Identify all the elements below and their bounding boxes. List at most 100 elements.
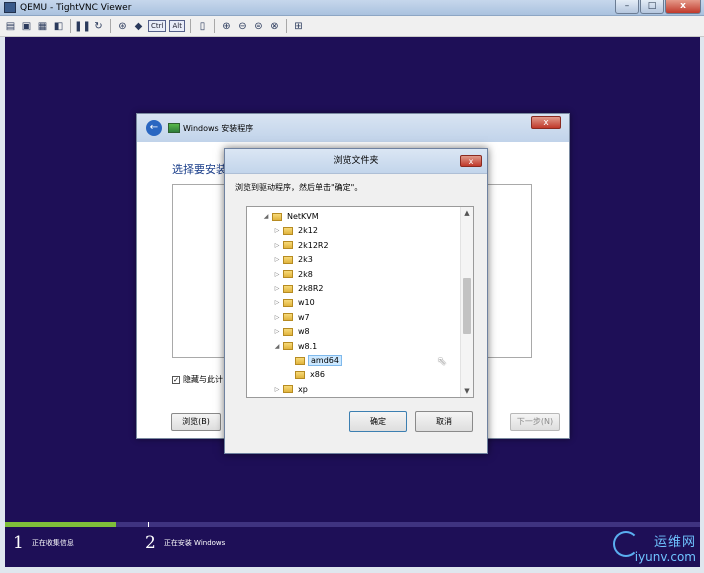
- folder-label: amd64: [308, 355, 342, 366]
- folder-label: 2k12: [298, 226, 318, 236]
- folder-label: 2k12R2: [298, 240, 329, 250]
- folder-label: w8: [298, 327, 310, 337]
- tree-folder-xp[interactable]: ▷ xp: [273, 383, 310, 396]
- expanded-arrow-icon[interactable]: ◢: [262, 213, 270, 220]
- next-button[interactable]: 下一步(N): [510, 413, 560, 431]
- folder-icon: [283, 270, 293, 279]
- folder-icon: [283, 342, 293, 351]
- pause-icon[interactable]: ❚❚: [74, 20, 91, 33]
- collapsed-arrow-icon[interactable]: ▷: [273, 271, 281, 278]
- collapsed-arrow-icon[interactable]: ▷: [273, 328, 281, 335]
- folder-icon: [283, 255, 293, 264]
- ctrl-alt-del-icon[interactable]: ◆: [132, 20, 145, 33]
- folder-label: x86: [310, 370, 325, 380]
- tree-scrollbar[interactable]: ▲ ▼: [460, 207, 473, 397]
- tree-folder-amd64[interactable]: amd64: [285, 354, 342, 367]
- setup-titlebar: ← Windows 安装程序: [137, 114, 569, 142]
- collapsed-arrow-icon[interactable]: ▷: [273, 285, 281, 292]
- folder-icon: [283, 313, 293, 322]
- folder-label: xp: [298, 384, 308, 394]
- collapsed-arrow-icon[interactable]: ▷: [273, 299, 281, 306]
- browse-folder-dialog: 浏览文件夹 x 浏览到驱动程序，然后单击"确定"。 ▷ xp x86 amd64 ◢ w8…: [224, 148, 488, 454]
- tree-folder-2k12[interactable]: ▷ 2k12: [273, 224, 320, 237]
- folder-icon: [283, 226, 293, 235]
- fullscreen-icon[interactable]: ⊞: [292, 20, 305, 33]
- checkbox-label: 隐藏与此计: [183, 375, 223, 384]
- browse-button[interactable]: 浏览(B): [171, 413, 221, 431]
- collapsed-arrow-icon[interactable]: ▷: [273, 256, 281, 263]
- tree-folder-w8-1[interactable]: ◢ w8.1: [273, 340, 319, 353]
- tree-folder-2k8[interactable]: ▷ 2k8: [273, 268, 315, 281]
- tree-folder-w10[interactable]: ▷ w10: [273, 296, 317, 309]
- hide-incompatible-checkbox[interactable]: ✓ 隐藏与此计: [172, 374, 223, 385]
- folder-label: w10: [298, 298, 315, 308]
- save-icon[interactable]: ▣: [20, 20, 33, 33]
- folder-icon: [283, 241, 293, 250]
- folder-icon: [283, 298, 293, 307]
- viewer-toolbar: ▤ ▣ ▦ ◧ ❚❚ ↻ ⊛ ◆ Ctrl Alt ▯ ⊕ ⊖ ⊜ ⊗ ⊞: [0, 16, 704, 37]
- folder-icon: [283, 284, 293, 293]
- clipboard-icon[interactable]: ▯: [196, 20, 209, 33]
- collapsed-arrow-icon[interactable]: ▷: [273, 242, 281, 249]
- step-collecting-info: 1 正在收集信息: [13, 533, 74, 553]
- viewer-titlebar[interactable]: QEMU - TightVNC Viewer – □ x: [0, 0, 704, 16]
- window-controls: – □ x: [615, 0, 701, 14]
- folder-tree[interactable]: ▷ xp x86 amd64 ◢ w8.1 ▷ w8 ▷ w7 ▷ w10 ▷ 2k8R2 ▷ 2k8 ▷ 2k3…: [246, 206, 474, 398]
- zoom-out-icon[interactable]: ⊖: [236, 20, 249, 33]
- folder-icon: [283, 327, 293, 336]
- options-icon[interactable]: ▦: [36, 20, 49, 33]
- remote-desktop[interactable]: ← Windows 安装程序 x 选择要安装 ✓ 隐藏与此计 浏览(B) 下一步…: [5, 37, 700, 567]
- folder-label: 2k8: [298, 269, 313, 279]
- folder-icon: [295, 356, 305, 365]
- collapsed-arrow-icon[interactable]: ▷: [273, 227, 281, 234]
- collapsed-arrow-icon[interactable]: ▷: [273, 314, 281, 321]
- new-connection-icon[interactable]: ▤: [4, 20, 17, 33]
- cancel-button[interactable]: 取消: [415, 411, 473, 432]
- zoom-fit-icon[interactable]: ⊗: [268, 20, 281, 33]
- step-number: 1: [13, 533, 24, 553]
- step-number: 2: [145, 533, 156, 553]
- tree-folder-netkvm[interactable]: ◢ NetKVM: [262, 210, 321, 223]
- tree-folder-w8[interactable]: ▷ w8: [273, 325, 312, 338]
- tree-folder-w7[interactable]: ▷ w7: [273, 311, 312, 324]
- alt-key-button[interactable]: Alt: [169, 20, 185, 32]
- window-title: QEMU - TightVNC Viewer: [20, 2, 132, 13]
- back-arrow-icon[interactable]: ←: [146, 120, 162, 136]
- tree-folder-2k8r2[interactable]: ▷ 2k8R2: [273, 282, 325, 295]
- folder-icon: [283, 385, 293, 394]
- scroll-down-arrow-icon[interactable]: ▼: [461, 385, 473, 397]
- ok-button[interactable]: 确定: [349, 411, 407, 432]
- scroll-thumb[interactable]: [463, 278, 471, 334]
- ctrl-key-button[interactable]: Ctrl: [148, 20, 167, 32]
- app-icon: [4, 2, 16, 13]
- tree-folder-2k3[interactable]: ▷ 2k3: [273, 253, 315, 266]
- browse-close-button[interactable]: x: [460, 155, 482, 167]
- minimize-button[interactable]: –: [615, 0, 639, 14]
- checkbox-box[interactable]: ✓: [172, 375, 180, 384]
- watermark-ring-icon: [612, 531, 639, 557]
- toolbar-divider: [110, 19, 111, 33]
- toolbar-divider: [213, 19, 215, 33]
- scroll-up-arrow-icon[interactable]: ▲: [461, 207, 473, 219]
- browse-instructions: 浏览到驱动程序，然后单击"确定"。: [235, 183, 363, 192]
- zoom-100-icon[interactable]: ⊜: [252, 20, 265, 33]
- setup-title: Windows 安装程序: [183, 123, 254, 133]
- maximize-button[interactable]: □: [640, 0, 664, 14]
- send-keys-icon[interactable]: ⊛: [116, 20, 129, 33]
- expanded-arrow-icon[interactable]: ◢: [273, 343, 281, 350]
- folder-icon: [272, 212, 282, 221]
- tree-folder-2k12r2[interactable]: ▷ 2k12R2: [273, 239, 331, 252]
- zoom-in-icon[interactable]: ⊕: [220, 20, 233, 33]
- toolbar-divider: [70, 19, 71, 33]
- info-icon[interactable]: ◧: [52, 20, 65, 33]
- folder-icon: [295, 370, 305, 379]
- watermark-line2: iyunv.com: [634, 550, 696, 564]
- collapsed-arrow-icon[interactable]: ▷: [273, 386, 281, 393]
- tree-folder-x86[interactable]: x86: [285, 368, 327, 381]
- setup-close-button[interactable]: x: [531, 116, 561, 129]
- mouse-cursor-icon: ⇖: [437, 354, 448, 368]
- browse-dialog-title: 浏览文件夹: [225, 149, 487, 174]
- folder-label: w8.1: [298, 341, 318, 351]
- close-button[interactable]: x: [665, 0, 701, 14]
- refresh-icon[interactable]: ↻: [92, 20, 105, 33]
